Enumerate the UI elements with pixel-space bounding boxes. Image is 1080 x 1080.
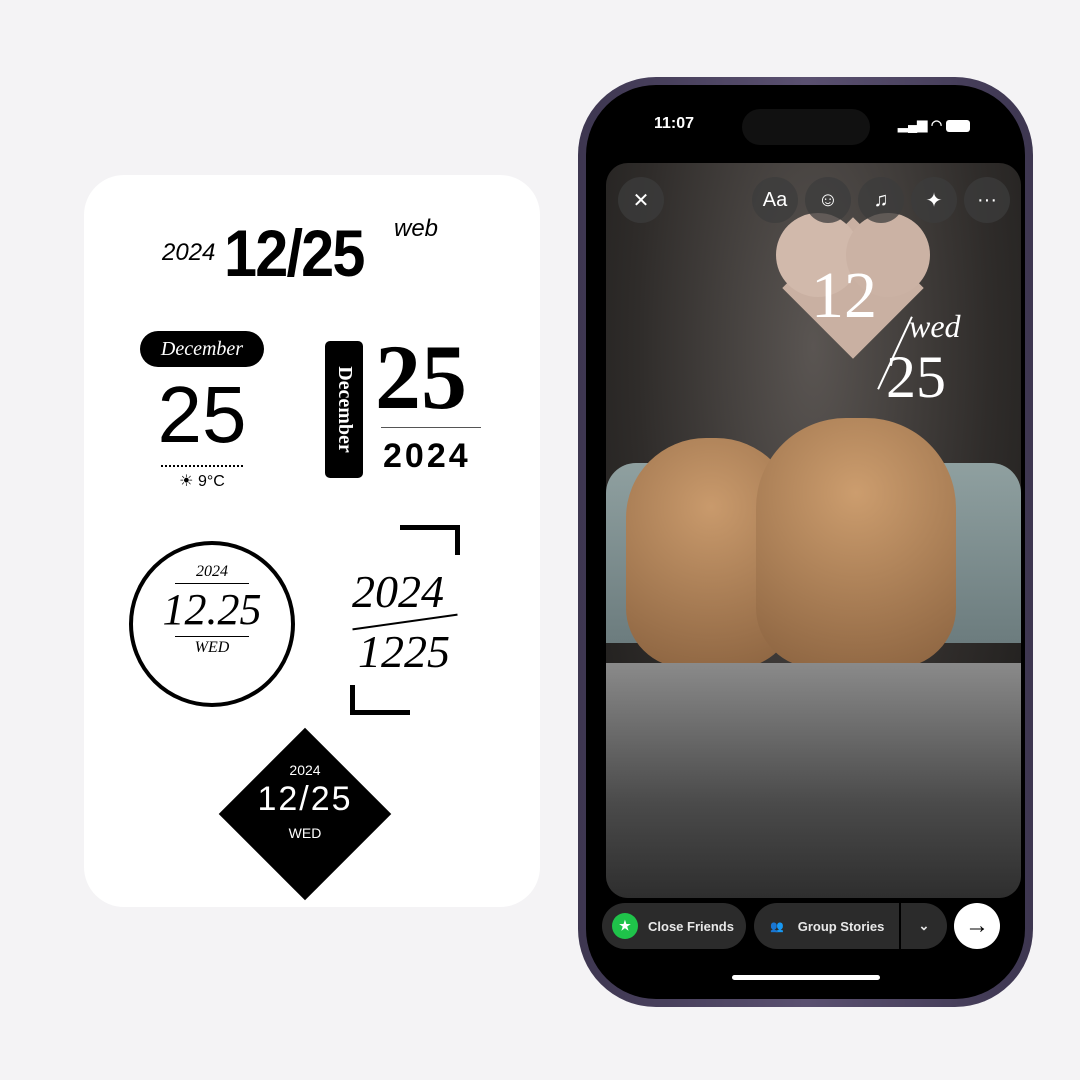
sticker-weekday: wed <box>909 308 961 344</box>
signal-icon: ▂▄▆ <box>898 117 928 132</box>
music-icon: ♫ <box>873 188 889 211</box>
wave-divider <box>161 461 243 467</box>
group-stories-label: Group Stories <box>797 918 885 934</box>
weekday: WED <box>194 639 230 656</box>
group-icon: 👥 <box>770 920 784 933</box>
close-friends-button[interactable]: ★ Close Friends <box>602 903 746 949</box>
sticker-day: 25 <box>886 344 946 410</box>
date: 1225 <box>358 626 450 677</box>
sticker-card: 2024 12/25 web December 25 ☀ 9°C Decembe… <box>84 175 540 907</box>
more-icon: ··· <box>977 188 997 211</box>
weekday: web <box>394 215 439 242</box>
story-canvas[interactable]: 12 wed 25 ✕ Aa ☺ ♫ ✦ ··· <box>606 163 1021 898</box>
text-icon: Aa <box>762 188 788 211</box>
bracket-bottom <box>350 685 410 715</box>
sticker-1[interactable]: 2024 12/25 web <box>162 215 462 290</box>
sticker-3[interactable]: December 25 2024 <box>325 331 495 481</box>
star-icon: ★ <box>612 913 638 939</box>
year: 2024 <box>383 437 471 475</box>
year: 2024 <box>352 566 444 617</box>
sticker-4[interactable]: 2024 12.25 WED <box>129 541 295 707</box>
status-icons: ▂▄▆ ◠ <box>898 117 970 133</box>
bracket-top <box>400 525 460 555</box>
status-time: 11:07 <box>654 115 695 132</box>
date: 12/25 <box>224 216 365 290</box>
dynamic-island <box>742 109 870 145</box>
sticker-button[interactable]: ☺ <box>805 177 851 223</box>
close-button[interactable]: ✕ <box>618 177 664 223</box>
phone-frame: 11:07 ▂▄▆ ◠ 12 wed 25 ✕ Aa ☺ ♫ ✦ ··· ★ C… <box>578 77 1033 1007</box>
close-icon: ✕ <box>632 189 650 212</box>
more-button[interactable]: ··· <box>964 177 1010 223</box>
music-button[interactable]: ♫ <box>858 177 904 223</box>
sticker-month[interactable]: 12 <box>811 258 877 334</box>
temperature: 9°C <box>197 473 225 490</box>
sun-icon: ☀ <box>179 473 194 490</box>
effects-button[interactable]: ✦ <box>911 177 957 223</box>
home-indicator <box>732 975 880 980</box>
close-friends-label: Close Friends <box>648 918 734 934</box>
blanket <box>606 663 1021 898</box>
weekday: WED <box>288 825 322 841</box>
month-pill: December <box>140 331 264 367</box>
battery-icon <box>945 119 970 132</box>
wifi-icon: ◠ <box>930 117 943 132</box>
bear-right <box>756 418 956 668</box>
group-stories-button[interactable]: 👥 Group Stories <box>754 903 899 949</box>
year: 2024 <box>162 239 216 266</box>
group-dropdown-button[interactable]: ⌄ <box>901 903 947 949</box>
send-button[interactable]: → <box>954 903 1000 949</box>
sticker-icon: ☺ <box>817 188 839 211</box>
month: December <box>333 366 356 453</box>
sticker-2[interactable]: December 25 ☀ 9°C <box>140 331 264 501</box>
text-button[interactable]: Aa <box>752 177 798 223</box>
sticker-6[interactable]: 2024 12/25 WED <box>218 727 392 901</box>
chevron-down-icon: ⌄ <box>918 918 930 933</box>
sparkles-icon: ✦ <box>925 189 943 212</box>
date: 12/25 <box>257 780 353 818</box>
arrow-right-icon: → <box>965 912 989 939</box>
year: 2024 <box>196 563 228 580</box>
day: 25 <box>375 326 467 428</box>
day: 25 <box>157 370 247 459</box>
month-vertical: December <box>325 341 363 478</box>
sticker-5[interactable]: 2024 1225 <box>350 525 460 715</box>
date: 12.25 <box>162 585 262 634</box>
divider <box>381 427 481 428</box>
year: 2024 <box>289 762 321 778</box>
